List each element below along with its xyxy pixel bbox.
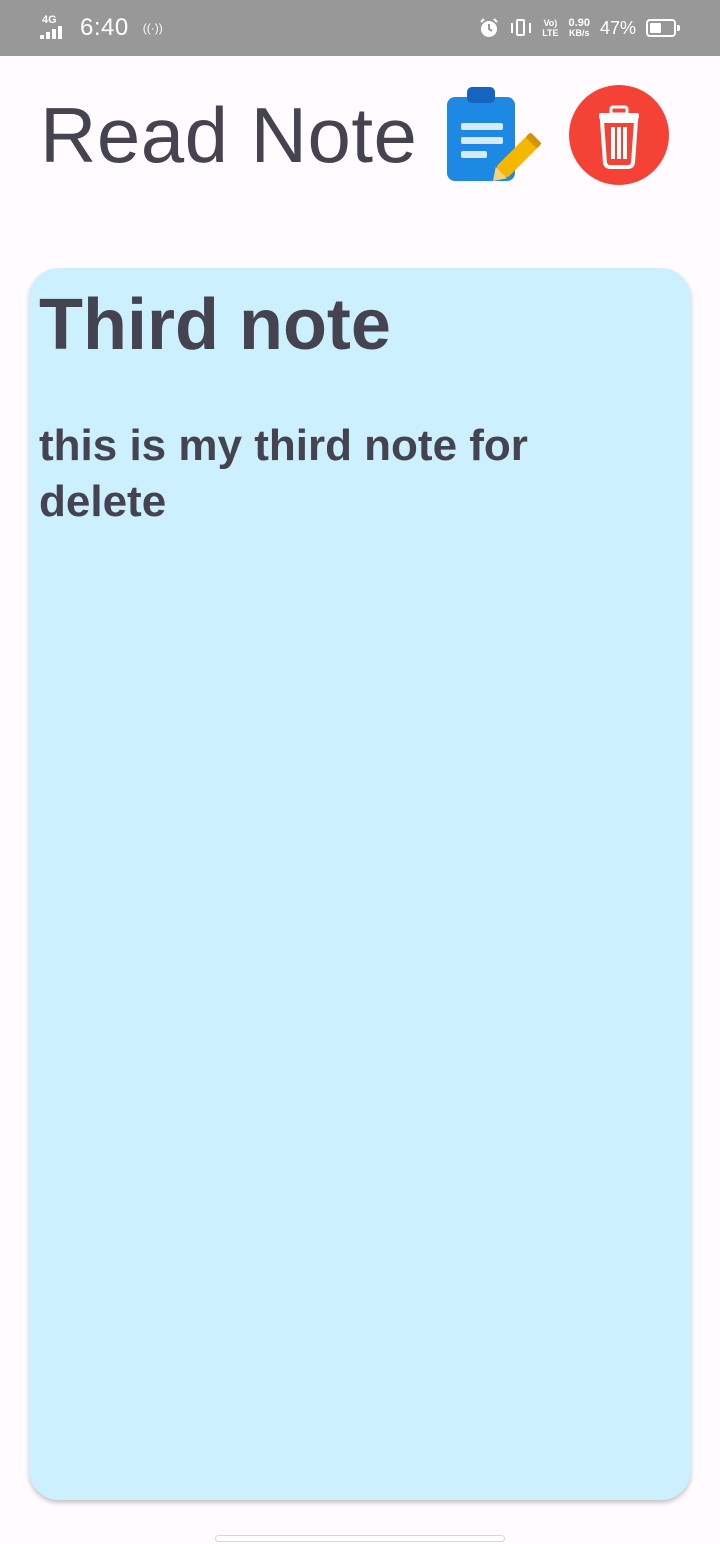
- vibrate-icon: [510, 17, 532, 39]
- network-type: 4G: [42, 14, 57, 26]
- page-title: Read Note: [40, 90, 418, 179]
- note-body: this is my third note for delete: [39, 421, 528, 526]
- note-title: Third note: [39, 285, 391, 365]
- volte-indicator: Vo) LTE: [542, 18, 559, 38]
- edit-note-button[interactable]: [443, 83, 547, 187]
- hotspot-icon: ((·)): [142, 21, 163, 35]
- signal-icon: 4G: [40, 13, 72, 43]
- status-time: 6:40: [80, 14, 129, 41]
- status-right: Vo) LTE 0.90 KB/s 47%: [478, 12, 680, 44]
- data-speed: 0.90 KB/s: [568, 17, 590, 39]
- clipboard-edit-icon: [447, 87, 542, 182]
- trash-icon: [569, 85, 670, 185]
- header: Read Note: [40, 80, 671, 190]
- alarm-icon: [480, 18, 498, 37]
- delete-note-button[interactable]: [567, 83, 671, 187]
- status-bar: 4G 6:40 ((·)) Vo) LTE 0.90 KB/s 47%: [0, 0, 720, 56]
- status-left: 4G 6:40 ((·)): [40, 12, 163, 44]
- battery-icon: [646, 19, 680, 37]
- battery-percentage: 47%: [599, 17, 636, 38]
- note-card: Third note this is my third note for del…: [29, 268, 691, 1500]
- home-indicator[interactable]: [215, 1535, 505, 1542]
